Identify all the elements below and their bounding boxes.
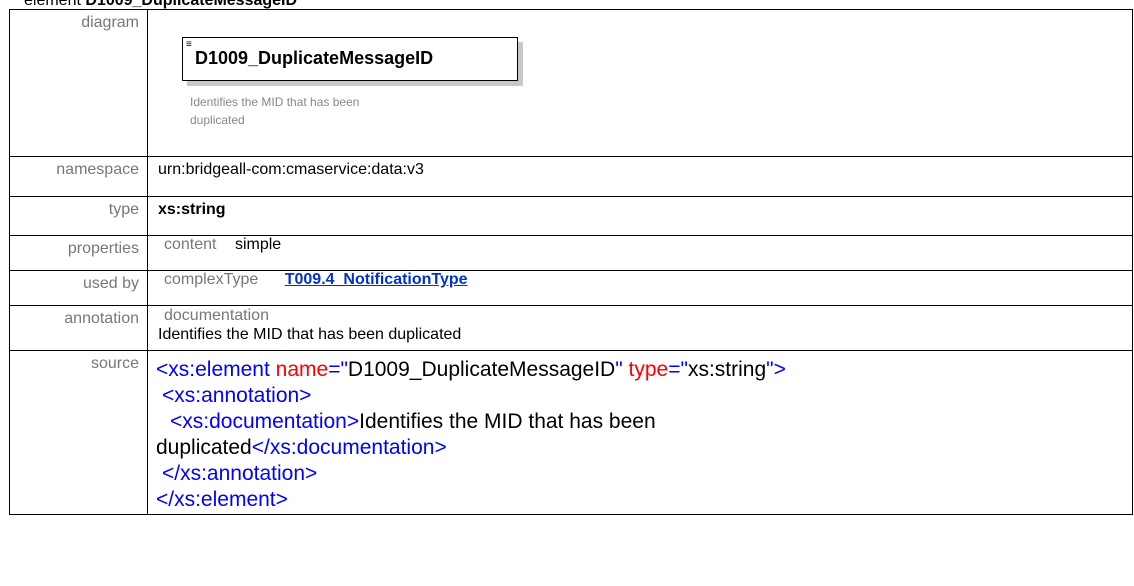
source-line-5: </xs:annotation> [162,462,318,485]
source-line-4: duplicated</xs:documentation> [156,436,447,459]
label-used-by: used by [9,270,148,306]
title-prefix: element [24,0,81,9]
source-line-1: <xs:element name="D1009_DuplicateMessage… [156,358,786,381]
label-annotation: annotation [9,305,148,351]
diagram-element-name: D1009_DuplicateMessageID [195,48,434,68]
row-type: type xs:string [9,196,1133,236]
row-namespace: namespace urn:bridgeall-com:cmaservice:d… [9,156,1133,197]
row-diagram: diagram [9,9,1133,157]
diagram-documentation: Identifies the MID that has been duplica… [190,95,360,127]
label-namespace: namespace [9,156,148,197]
annotation-value: Identifies the MID that has been duplica… [158,326,462,343]
label-properties: properties [9,235,148,271]
row-properties: properties content simple [9,235,1133,271]
row-used-by: used by complexType T009.4_NotificationT… [9,270,1133,306]
annotation-key: documentation [164,307,269,324]
used-by-key: complexType [164,271,259,288]
row-source: source <xs:element name="D1009_Duplicate… [9,350,1133,515]
diagram-cell [147,9,1133,157]
source-line-6: </xs:element> [156,488,288,511]
row-annotation: annotation documentation Identifies the … [9,305,1133,351]
element-doc-table: diagram namespace urn:bridgeall-com:cmas… [9,9,1133,515]
source-line-2: <xs:annotation> [162,384,312,407]
element-marker-icon: ≡ [186,39,192,50]
type-value: xs:string [158,201,226,218]
used-by-link[interactable]: T009.4_NotificationType [285,271,468,288]
label-diagram: diagram [9,9,148,157]
source-code: <xs:element name="D1009_DuplicateMessage… [147,350,1133,515]
label-type: type [9,196,148,236]
properties-key: content [164,236,217,253]
label-source: source [9,350,148,515]
properties-value: simple [234,236,282,253]
namespace-value: urn:bridgeall-com:cmaservice:data:v3 [147,156,1133,197]
diagram-element-box[interactable]: ≡ D1009_DuplicateMessageID [182,37,518,81]
title-element-name: D1009_DuplicateMessageID [85,0,298,9]
source-line-3: <xs:documentation>Identifies the MID tha… [170,410,656,433]
